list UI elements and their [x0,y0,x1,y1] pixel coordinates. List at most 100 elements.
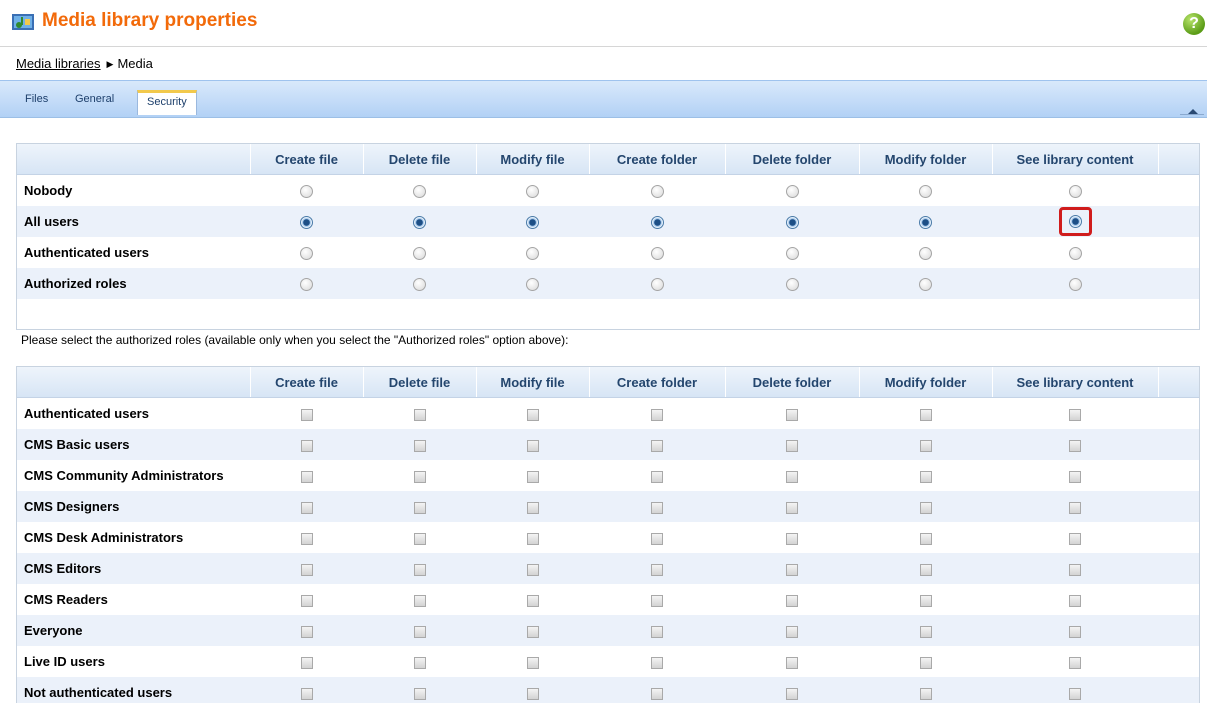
checkbox-cms-editors-delete-folder[interactable] [786,563,798,576]
radio-all-users-create-file[interactable] [300,216,313,230]
checkbox-authenticated-users-delete-file[interactable] [413,408,426,421]
checkbox-cms-editors-create-file[interactable] [300,563,313,576]
checkbox-authenticated-users-delete-folder[interactable] [786,408,798,421]
checkbox-cms-readers-delete-folder[interactable] [786,594,798,607]
radio-authorized-roles-modify-file[interactable] [526,278,539,292]
radio-authenticated-users-create-folder[interactable] [650,247,664,261]
radio-authorized-roles-create-folder[interactable] [650,278,664,292]
checkbox-cms-desk-administrators-modify-file[interactable] [526,532,539,545]
checkbox-not-authenticated-users-delete-file[interactable] [413,687,426,700]
checkbox-authenticated-users-create-folder[interactable] [651,408,663,421]
checkbox-cms-readers-create-folder[interactable] [651,594,663,607]
checkbox-everyone-modify-folder[interactable] [919,625,932,638]
checkbox-cms-desk-administrators-delete-file[interactable] [413,532,426,545]
checkbox-authenticated-users-modify-folder[interactable] [919,408,932,421]
radio-all-users-delete-folder[interactable] [785,216,799,230]
radio-nobody-see-library-content[interactable] [1068,185,1082,199]
checkbox-cms-designers-see-library-content[interactable] [1069,501,1081,514]
radio-nobody-delete-folder[interactable] [785,185,799,199]
checkbox-live-id-users-modify-folder[interactable] [919,656,932,669]
help-icon[interactable]: ? [1183,13,1205,35]
checkbox-not-authenticated-users-create-folder[interactable] [651,687,663,700]
radio-all-users-modify-folder[interactable] [919,216,932,230]
radio-all-users-modify-file[interactable] [526,216,539,230]
checkbox-live-id-users-modify-file[interactable] [526,656,539,669]
radio-authenticated-users-see-library-content[interactable] [1068,247,1082,261]
checkbox-cms-designers-modify-file[interactable] [526,501,539,514]
checkbox-not-authenticated-users-delete-folder[interactable] [786,687,798,700]
checkbox-cms-editors-modify-folder[interactable] [919,563,932,576]
checkbox-cms-designers-create-folder[interactable] [651,501,663,514]
radio-nobody-modify-folder[interactable] [919,185,932,199]
checkbox-cms-basic-users-create-file[interactable] [300,439,313,452]
checkbox-cms-community-administrators-modify-file[interactable] [526,470,539,483]
radio-nobody-create-file[interactable] [300,185,313,199]
collapse-arrow-icon[interactable] [1180,109,1204,121]
breadcrumb-media-libraries-link[interactable]: Media libraries [16,56,101,71]
tab-security[interactable]: Security [137,90,197,115]
checkbox-cms-desk-administrators-modify-folder[interactable] [919,532,932,545]
tab-general[interactable]: General [75,93,114,105]
checkbox-cms-editors-create-folder[interactable] [651,563,663,576]
checkbox-live-id-users-create-folder[interactable] [651,656,663,669]
checkbox-everyone-delete-folder[interactable] [786,625,798,638]
checkbox-live-id-users-see-library-content[interactable] [1069,656,1081,669]
radio-authenticated-users-modify-file[interactable] [526,247,539,261]
checkbox-live-id-users-create-file[interactable] [300,656,313,669]
checkbox-cms-community-administrators-see-library-content[interactable] [1069,470,1081,483]
checkbox-cms-basic-users-delete-folder[interactable] [786,439,798,452]
checkbox-cms-editors-delete-file[interactable] [413,563,426,576]
radio-authenticated-users-delete-file[interactable] [413,247,426,261]
checkbox-cms-basic-users-modify-folder[interactable] [919,439,932,452]
checkbox-cms-editors-modify-file[interactable] [526,563,539,576]
radio-nobody-modify-file[interactable] [526,185,539,199]
checkbox-cms-designers-modify-folder[interactable] [919,501,932,514]
radio-authorized-roles-create-file[interactable] [300,278,313,292]
checkbox-cms-designers-delete-folder[interactable] [786,501,798,514]
checkbox-everyone-see-library-content[interactable] [1069,625,1081,638]
checkbox-authenticated-users-create-file[interactable] [300,408,313,421]
tab-files[interactable]: Files [25,93,48,105]
checkbox-cms-basic-users-delete-file[interactable] [413,439,426,452]
checkbox-cms-readers-create-file[interactable] [300,594,313,607]
checkbox-cms-editors-see-library-content[interactable] [1069,563,1081,576]
checkbox-cms-desk-administrators-create-file[interactable] [300,532,313,545]
checkbox-cms-designers-create-file[interactable] [300,501,313,514]
checkbox-everyone-create-folder[interactable] [651,625,663,638]
radio-authenticated-users-delete-folder[interactable] [785,247,799,261]
radio-all-users-create-folder[interactable] [650,216,664,230]
radio-all-users-see-library-content[interactable] [1068,215,1082,228]
radio-authorized-roles-modify-folder[interactable] [919,278,932,292]
checkbox-cms-basic-users-modify-file[interactable] [526,439,539,452]
checkbox-cms-community-administrators-modify-folder[interactable] [919,470,932,483]
checkbox-live-id-users-delete-folder[interactable] [786,656,798,669]
radio-authenticated-users-modify-folder[interactable] [919,247,932,261]
checkbox-cms-basic-users-create-folder[interactable] [651,439,663,452]
checkbox-cms-basic-users-see-library-content[interactable] [1069,439,1081,452]
radio-nobody-create-folder[interactable] [650,185,664,199]
checkbox-cms-readers-modify-folder[interactable] [919,594,932,607]
checkbox-authenticated-users-modify-file[interactable] [526,408,539,421]
checkbox-cms-community-administrators-delete-folder[interactable] [786,470,798,483]
checkbox-cms-readers-see-library-content[interactable] [1069,594,1081,607]
checkbox-not-authenticated-users-modify-file[interactable] [526,687,539,700]
checkbox-not-authenticated-users-create-file[interactable] [300,687,313,700]
checkbox-everyone-create-file[interactable] [300,625,313,638]
checkbox-not-authenticated-users-modify-folder[interactable] [919,687,932,700]
checkbox-cms-community-administrators-create-folder[interactable] [651,470,663,483]
checkbox-live-id-users-delete-file[interactable] [413,656,426,669]
checkbox-cms-community-administrators-create-file[interactable] [300,470,313,483]
radio-authorized-roles-delete-file[interactable] [413,278,426,292]
radio-authorized-roles-delete-folder[interactable] [785,278,799,292]
checkbox-cms-desk-administrators-see-library-content[interactable] [1069,532,1081,545]
checkbox-cms-readers-modify-file[interactable] [526,594,539,607]
checkbox-cms-designers-delete-file[interactable] [413,501,426,514]
radio-authorized-roles-see-library-content[interactable] [1068,278,1082,292]
checkbox-cms-readers-delete-file[interactable] [413,594,426,607]
checkbox-everyone-modify-file[interactable] [526,625,539,638]
checkbox-not-authenticated-users-see-library-content[interactable] [1069,687,1081,700]
checkbox-cms-community-administrators-delete-file[interactable] [413,470,426,483]
checkbox-cms-desk-administrators-delete-folder[interactable] [786,532,798,545]
radio-nobody-delete-file[interactable] [413,185,426,199]
radio-all-users-delete-file[interactable] [413,216,426,230]
